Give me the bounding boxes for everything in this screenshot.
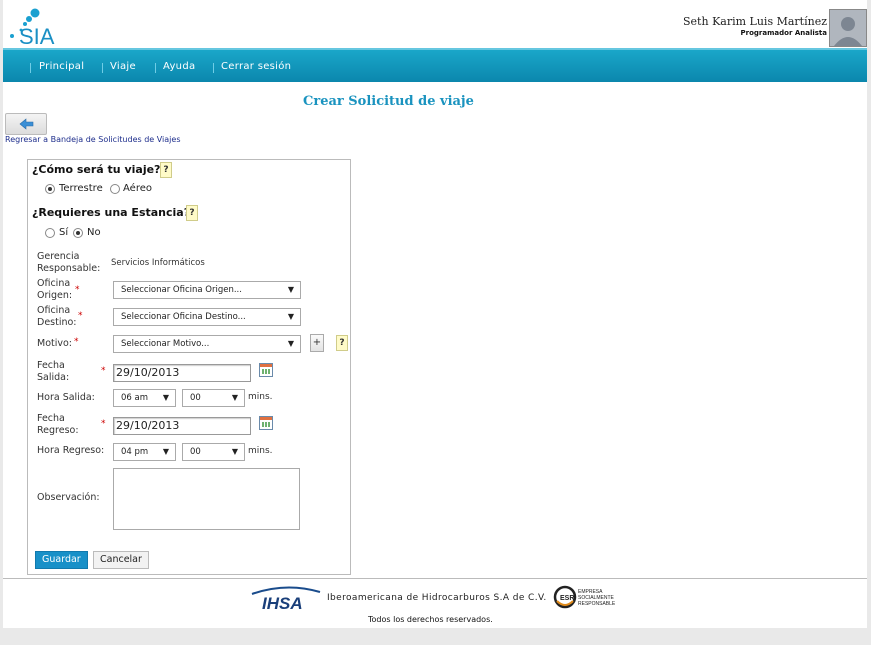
copyright-text: Todos los derechos reservados. <box>368 615 493 624</box>
travel-request-form: ¿Cómo será tu viaje?: ? Terrestre Aéreo … <box>27 159 351 575</box>
stay-radio-si[interactable] <box>45 228 55 238</box>
ihsa-logo-text: IHSA <box>262 594 303 612</box>
chevron-down-icon: ▼ <box>162 393 169 402</box>
stay-label-no: No <box>87 227 101 238</box>
back-button[interactable] <box>5 113 47 135</box>
observacion-label: Observación: <box>37 492 100 503</box>
calendar-icon[interactable] <box>259 416 273 430</box>
oficina-origen-select[interactable]: Seleccionar Oficina Origen... ▼ <box>113 281 301 299</box>
footer-divider <box>3 578 867 579</box>
motivo-label: Motivo: <box>37 338 73 349</box>
esr-logo-line: RESPONSABLE <box>578 601 616 607</box>
hora-regreso-hour-select[interactable]: 04 pm ▼ <box>113 443 176 461</box>
chevron-down-icon: ▼ <box>231 393 238 402</box>
gerencia-label: Gerencia Responsable: <box>37 251 101 274</box>
oficina-origen-label: Oficina Origen: <box>37 278 73 301</box>
nav-item-cerrar-sesion[interactable]: Cerrar sesión <box>221 61 291 72</box>
observacion-textarea[interactable] <box>113 468 300 530</box>
cancel-button[interactable]: Cancelar <box>93 551 149 569</box>
required-mark: * <box>75 285 80 295</box>
esr-logo: ESR EMPRESA SOCIALMENTE RESPONSABLE <box>553 585 617 609</box>
back-link[interactable]: Regresar a Bandeja de Solicitudes de Via… <box>5 135 181 144</box>
fecha-salida-input[interactable]: 29/10/2013 <box>113 364 251 382</box>
user-name: Seth Karim Luis Martínez <box>683 15 827 28</box>
company-name: Iberoamericana de Hidrocarburos S.A de C… <box>327 593 547 603</box>
trip-radio-aereo[interactable] <box>110 184 120 194</box>
required-mark: * <box>74 337 79 347</box>
back-arrow-icon <box>19 118 34 130</box>
chevron-down-icon: ▼ <box>287 312 294 321</box>
motivo-help-button[interactable]: ? <box>336 335 348 351</box>
nav-item-viaje[interactable]: Viaje <box>110 61 136 72</box>
page: SIA Seth Karim Luis Martínez Programador… <box>3 0 867 628</box>
oficina-destino-label: Oficina Destino: <box>37 305 77 328</box>
mins-label: mins. <box>248 446 273 456</box>
header: SIA Seth Karim Luis Martínez Programador… <box>3 0 867 49</box>
nav-separator <box>155 63 156 73</box>
chevron-down-icon: ▼ <box>287 339 294 348</box>
nav-separator <box>30 63 31 73</box>
sia-logo-text: SIA <box>19 24 55 46</box>
trip-type-question: ¿Cómo será tu viaje?: <box>32 163 165 176</box>
nav-item-ayuda[interactable]: Ayuda <box>163 61 195 72</box>
nav-item-principal[interactable]: Principal <box>39 61 84 72</box>
required-mark: * <box>101 419 106 429</box>
hora-regreso-label: Hora Regreso: <box>37 445 105 456</box>
oficina-destino-select[interactable]: Seleccionar Oficina Destino... ▼ <box>113 308 301 326</box>
stay-help-button[interactable]: ? <box>186 205 198 221</box>
sia-logo[interactable]: SIA <box>5 6 75 49</box>
nav-separator <box>213 63 214 73</box>
stay-label-si: Sí <box>59 227 69 238</box>
page-title: Crear Solicitud de viaje <box>303 94 474 109</box>
stay-radio-no[interactable] <box>73 228 83 238</box>
trip-label-aereo: Aéreo <box>123 183 152 194</box>
svg-text:ESR: ESR <box>560 595 574 602</box>
nav-separator <box>102 63 103 73</box>
trip-radio-terrestre[interactable] <box>45 184 55 194</box>
hora-salida-min-select[interactable]: 00 ▼ <box>182 389 245 407</box>
fecha-salida-label: Fecha Salida: <box>37 360 70 383</box>
motivo-select[interactable]: Seleccionar Motivo... ▼ <box>113 335 301 353</box>
add-motivo-button[interactable]: + <box>310 334 324 352</box>
mins-label: mins. <box>248 392 273 402</box>
chevron-down-icon: ▼ <box>287 285 294 294</box>
save-button[interactable]: Guardar <box>35 551 88 569</box>
stay-question: ¿Requieres una Estancia?: <box>32 206 195 219</box>
user-role: Programador Analista <box>740 29 827 37</box>
hora-regreso-min-select[interactable]: 00 ▼ <box>182 443 245 461</box>
gerencia-value: Servicios Informáticos <box>111 258 205 268</box>
avatar[interactable] <box>829 9 867 47</box>
chevron-down-icon: ▼ <box>162 447 169 456</box>
required-mark: * <box>78 311 83 321</box>
trip-label-terrestre: Terrestre <box>59 183 103 194</box>
calendar-icon[interactable] <box>259 363 273 377</box>
hora-salida-hour-select[interactable]: 06 am ▼ <box>113 389 176 407</box>
chevron-down-icon: ▼ <box>231 447 238 456</box>
required-mark: * <box>101 366 106 376</box>
trip-type-help-button[interactable]: ? <box>160 162 172 178</box>
ihsa-logo: IHSA <box>248 584 324 613</box>
main-navbar: Principal Viaje Ayuda Cerrar sesión <box>3 48 867 82</box>
fecha-regreso-input[interactable]: 29/10/2013 <box>113 417 251 435</box>
hora-salida-label: Hora Salida: <box>37 392 95 403</box>
fecha-regreso-label: Fecha Regreso: <box>37 413 79 436</box>
